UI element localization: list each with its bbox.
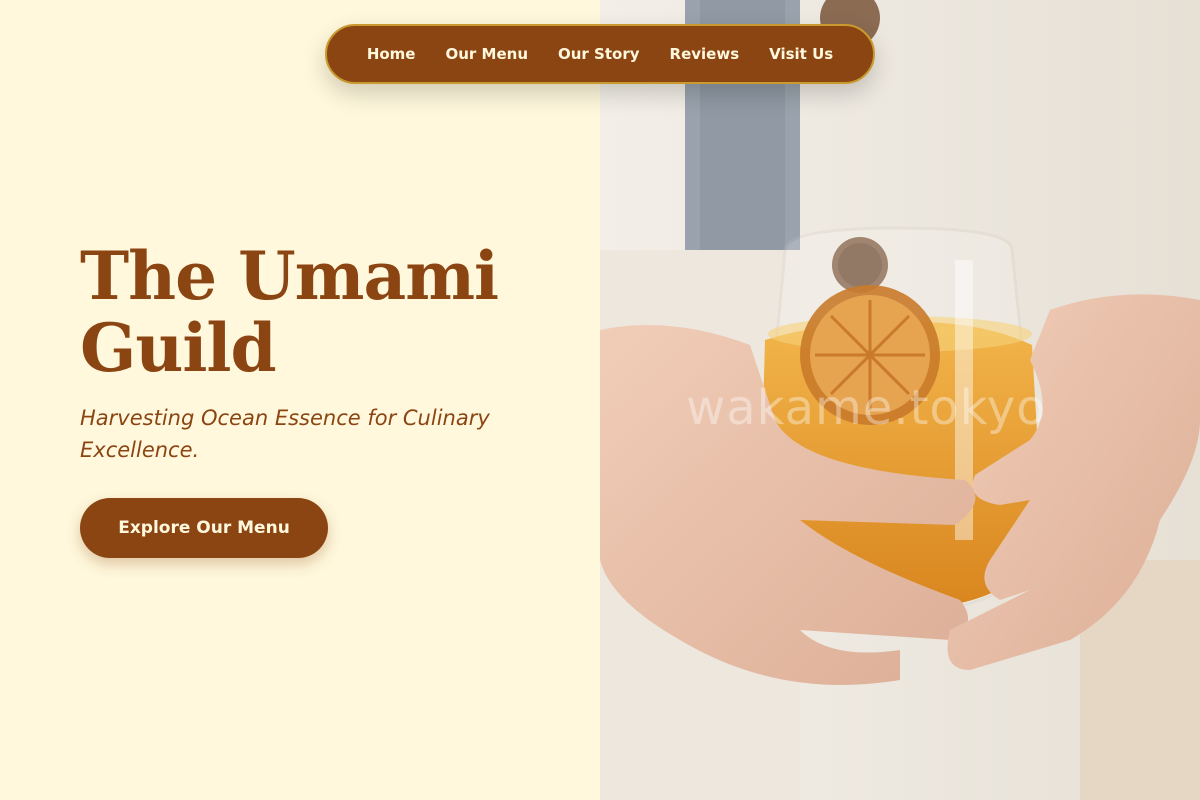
- photo-watermark: wakame.tokyo: [686, 380, 1047, 436]
- nav-item-our-menu[interactable]: Our Menu: [430, 45, 543, 63]
- explore-menu-button[interactable]: Explore Our Menu: [80, 498, 328, 558]
- hero-title: The Umami Guild: [80, 237, 499, 387]
- hero-subtitle: Harvesting Ocean Essence for Culinary Ex…: [80, 406, 490, 462]
- nav-item-visit-us[interactable]: Visit Us: [754, 45, 848, 63]
- nav-item-our-story[interactable]: Our Story: [543, 45, 655, 63]
- hero-left-panel: [0, 0, 600, 800]
- main-nav: Home Our Menu Our Story Reviews Visit Us: [325, 24, 875, 84]
- nav-item-home[interactable]: Home: [352, 45, 431, 63]
- nav-item-reviews[interactable]: Reviews: [655, 45, 755, 63]
